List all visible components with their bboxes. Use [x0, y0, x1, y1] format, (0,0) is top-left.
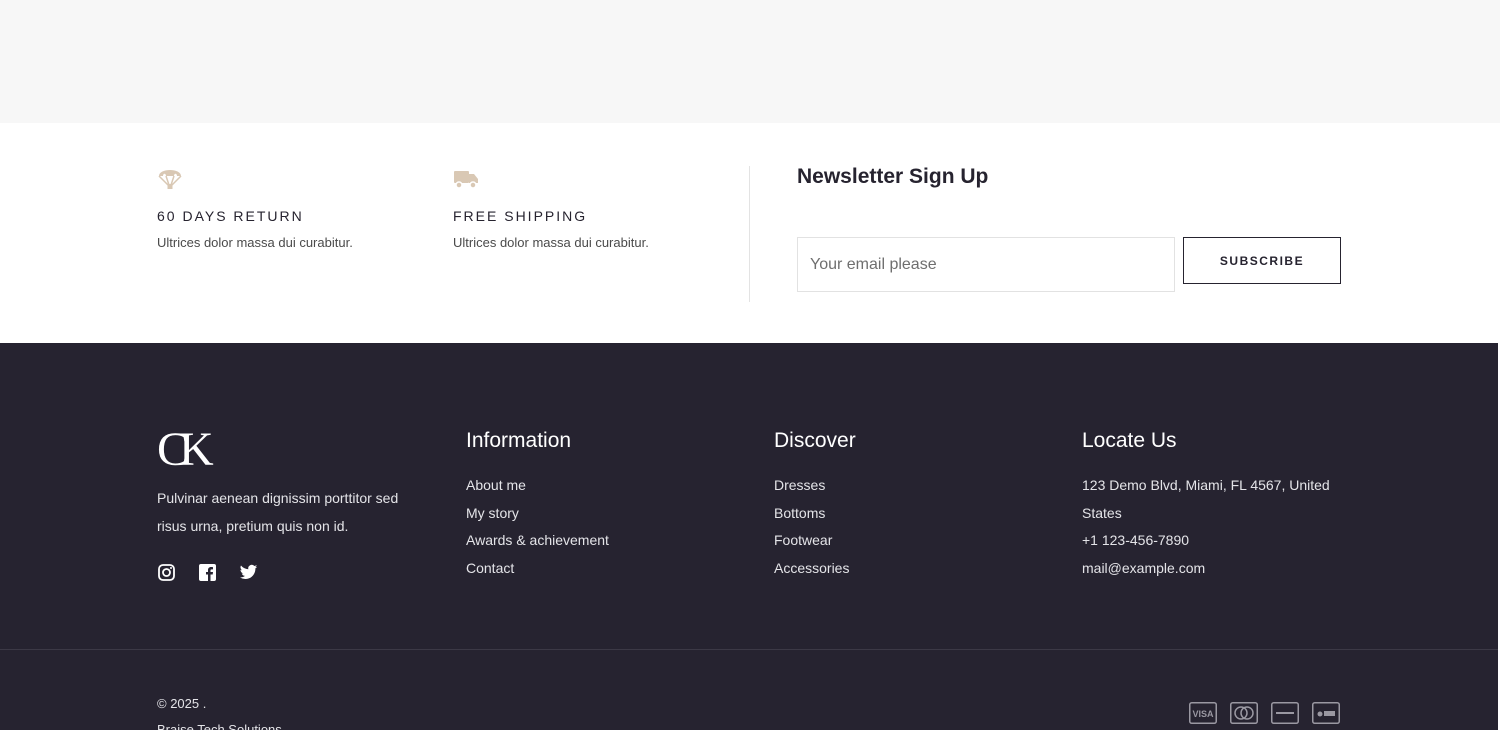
feature-shipping: FREE SHIPPING Ultrices dolor massa dui c…	[453, 165, 713, 250]
footer-about-text: Pulvinar aenean dignissim porttitor sed …	[157, 490, 399, 534]
top-spacer	[0, 0, 1500, 123]
feature-title: FREE SHIPPING	[453, 208, 588, 224]
twitter-icon[interactable]	[239, 563, 258, 582]
logo[interactable]: CK	[157, 423, 224, 476]
payment-methods: VISA	[1189, 702, 1340, 724]
footer-link-contact[interactable]: Contact	[466, 560, 514, 576]
svg-text:CK: CK	[157, 423, 214, 471]
footer-column-locate: Locate Us 123 Demo Blvd, Miami, FL 4567,…	[1082, 429, 1352, 583]
visa-icon: VISA	[1189, 702, 1217, 724]
column-title: Information	[466, 429, 572, 452]
phone-text[interactable]: +1 123-456-7890	[1082, 527, 1352, 555]
copyright-company: Braise Tech Solutions	[157, 722, 282, 730]
site-footer: CK Pulvinar aenean dignissim porttitor s…	[0, 343, 1498, 730]
feature-returns: 60 DAYS RETURN Ultrices dolor massa dui …	[157, 165, 417, 250]
svg-text:VISA: VISA	[1192, 709, 1214, 719]
email-text[interactable]: mail@example.com	[1082, 555, 1352, 583]
column-title: Discover	[774, 429, 856, 452]
apple-pay-icon	[1312, 702, 1340, 724]
facebook-icon[interactable]	[198, 563, 217, 582]
footer-link-awards[interactable]: Awards & achievement	[466, 532, 609, 548]
email-input[interactable]	[797, 237, 1175, 292]
address-text: 123 Demo Blvd, Miami, FL 4567, United St…	[1082, 477, 1330, 521]
vertical-divider	[749, 166, 750, 302]
footer-divider	[0, 649, 1498, 650]
feature-title: 60 DAYS RETURN	[157, 208, 304, 224]
footer-link-bottoms[interactable]: Bottoms	[774, 505, 825, 521]
features-bar: 60 DAYS RETURN Ultrices dolor massa dui …	[0, 123, 1500, 343]
footer-link-my-story[interactable]: My story	[466, 505, 519, 521]
footer-link-dresses[interactable]: Dresses	[774, 477, 825, 493]
truck-icon	[453, 165, 479, 191]
discover-icon	[1271, 702, 1299, 724]
social-links	[157, 563, 258, 582]
instagram-icon[interactable]	[157, 563, 176, 582]
footer-link-accessories[interactable]: Accessories	[774, 560, 849, 576]
feature-description: Ultrices dolor massa dui curabitur.	[453, 235, 649, 250]
column-title: Locate Us	[1082, 429, 1177, 452]
footer-column-information: Information About me My story Awards & a…	[466, 429, 609, 583]
parachute-icon	[157, 165, 183, 191]
mastercard-icon	[1230, 702, 1258, 724]
subscribe-button[interactable]: SUBSCRIBE	[1183, 237, 1341, 284]
copyright: © 2025 . Braise Tech Solutions	[157, 691, 282, 730]
footer-column-discover: Discover Dresses Bottoms Footwear Access…	[774, 429, 856, 583]
newsletter-title: Newsletter Sign Up	[797, 165, 989, 188]
footer-link-footwear[interactable]: Footwear	[774, 532, 832, 548]
copyright-year: © 2025 .	[157, 696, 207, 711]
feature-description: Ultrices dolor massa dui curabitur.	[157, 235, 353, 250]
footer-link-about-me[interactable]: About me	[466, 477, 526, 493]
